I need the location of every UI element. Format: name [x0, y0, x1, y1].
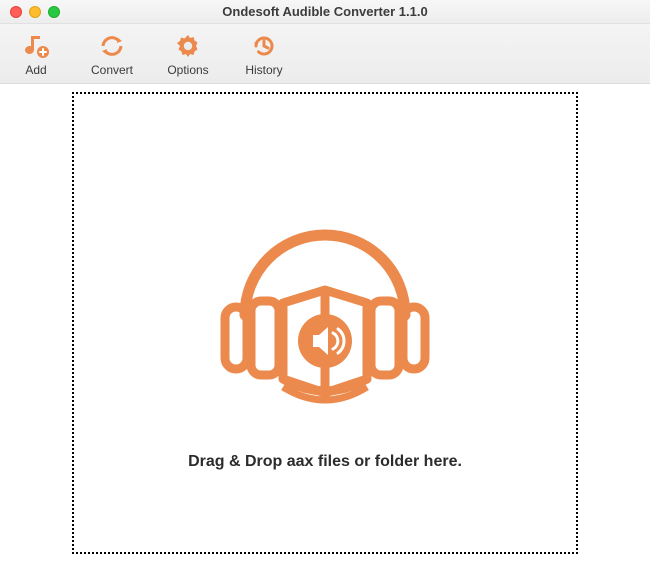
options-button[interactable]: Options — [164, 31, 212, 77]
arrows-circle-icon — [98, 31, 126, 61]
history-icon — [250, 31, 278, 61]
options-button-label: Options — [167, 63, 208, 77]
titlebar: Ondesoft Audible Converter 1.1.0 — [0, 0, 650, 24]
music-note-add-icon — [22, 31, 50, 61]
window-minimize-button[interactable] — [29, 6, 41, 18]
window-close-button[interactable] — [10, 6, 22, 18]
add-button[interactable]: Add — [12, 31, 60, 77]
drop-zone-text: Drag & Drop aax files or folder here. — [188, 453, 462, 471]
toolbar: Add Convert — [0, 24, 650, 84]
history-button-label: History — [245, 63, 282, 77]
gear-icon — [174, 31, 202, 61]
history-button[interactable]: History — [240, 31, 288, 77]
window-title: Ondesoft Audible Converter 1.1.0 — [0, 4, 650, 19]
convert-button-label: Convert — [91, 63, 133, 77]
add-button-label: Add — [25, 63, 46, 77]
audiobook-headphones-icon — [205, 195, 445, 425]
window-zoom-button[interactable] — [48, 6, 60, 18]
convert-button[interactable]: Convert — [88, 31, 136, 77]
content-area: Drag & Drop aax files or folder here. — [0, 84, 650, 581]
drop-zone[interactable]: Drag & Drop aax files or folder here. — [72, 92, 578, 554]
traffic-lights — [10, 6, 60, 18]
